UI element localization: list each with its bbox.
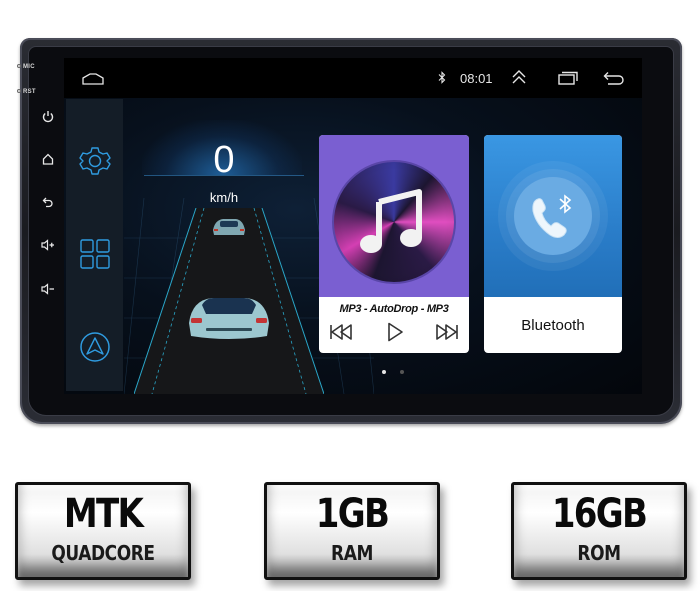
rst-label: RST bbox=[17, 89, 36, 95]
rst-text: RST bbox=[23, 89, 36, 95]
near-car bbox=[189, 298, 269, 339]
reset-hole-icon bbox=[17, 89, 21, 94]
back-arrow-icon bbox=[603, 72, 624, 85]
power-icon bbox=[42, 110, 54, 122]
bluetooth-label: Bluetooth bbox=[521, 317, 585, 334]
badge-main-text: MTK bbox=[63, 491, 144, 537]
volume-down-icon bbox=[41, 283, 54, 295]
next-button[interactable] bbox=[435, 322, 459, 342]
back-hw-button[interactable] bbox=[40, 194, 56, 210]
volume-up-button[interactable] bbox=[40, 237, 56, 253]
speed-unit: km/h bbox=[209, 190, 239, 205]
spec-badge-rom: 16GB ROM bbox=[511, 482, 687, 580]
bluetooth-phone-icon bbox=[532, 194, 572, 238]
music-note-icon bbox=[360, 189, 422, 253]
home-outline-icon bbox=[82, 73, 104, 85]
home-icon bbox=[42, 153, 54, 165]
mic-text: MIC bbox=[23, 64, 35, 70]
badge-sub-text: ROM bbox=[577, 541, 621, 565]
page-dot-active[interactable] bbox=[382, 370, 386, 374]
music-card[interactable]: MP3 - AutoDrop - MP3 bbox=[319, 135, 469, 353]
head-unit-screen: 08:01 0 km/h MP3 - AutoDrop - MP3 Blueto… bbox=[64, 58, 642, 394]
gear-icon bbox=[79, 147, 111, 175]
product-image: MIC RST 08:01 0 km/h MP3 - AutoDrop - MP… bbox=[0, 0, 700, 591]
app-grid-icon bbox=[80, 239, 110, 269]
recent-apps-button[interactable] bbox=[558, 71, 578, 85]
music-artwork-area bbox=[319, 135, 469, 297]
navigation-arrow-icon bbox=[80, 332, 110, 362]
nav-home-button[interactable] bbox=[82, 72, 104, 85]
dock-item-navigation[interactable] bbox=[78, 330, 112, 364]
recent-apps-icon bbox=[558, 71, 578, 85]
volume-up-icon bbox=[41, 239, 54, 251]
play-button[interactable] bbox=[383, 322, 407, 342]
clock: 08:01 bbox=[460, 71, 493, 86]
far-car bbox=[213, 219, 245, 235]
expand-button[interactable] bbox=[511, 69, 527, 85]
road-illustration bbox=[134, 208, 324, 394]
play-icon bbox=[388, 322, 403, 342]
double-chevron-up-icon bbox=[512, 70, 526, 84]
badge-main-text: 1GB bbox=[315, 491, 390, 537]
speed-value: 0 bbox=[213, 139, 235, 181]
app-dock bbox=[66, 99, 123, 391]
spec-badge-ram: 1GB RAM bbox=[264, 482, 440, 580]
bluetooth-card[interactable]: Bluetooth bbox=[484, 135, 622, 353]
mic-label: MIC bbox=[17, 64, 35, 70]
badge-sub-text: QUADCORE bbox=[51, 541, 155, 565]
next-icon bbox=[436, 324, 458, 340]
mic-hole-icon bbox=[17, 64, 21, 69]
status-bar: 08:01 bbox=[64, 58, 642, 98]
dock-item-settings[interactable] bbox=[78, 144, 112, 178]
previous-icon bbox=[330, 324, 352, 340]
volume-down-button[interactable] bbox=[40, 281, 56, 297]
badge-sub-text: RAM bbox=[331, 541, 373, 565]
spec-badge-cpu: MTK QUADCORE bbox=[15, 482, 191, 580]
page-dot[interactable] bbox=[400, 370, 404, 374]
track-title: MP3 - AutoDrop - MP3 bbox=[339, 303, 449, 315]
nav-back-button[interactable] bbox=[603, 71, 625, 85]
home-hw-button[interactable] bbox=[40, 151, 56, 167]
bluetooth-icon bbox=[438, 71, 446, 87]
previous-button[interactable] bbox=[329, 322, 353, 342]
dock-item-apps[interactable] bbox=[78, 237, 112, 271]
power-button[interactable] bbox=[40, 108, 56, 124]
back-icon bbox=[42, 197, 53, 208]
bluetooth-artwork-area bbox=[484, 135, 622, 297]
badge-main-text: 16GB bbox=[551, 491, 648, 537]
